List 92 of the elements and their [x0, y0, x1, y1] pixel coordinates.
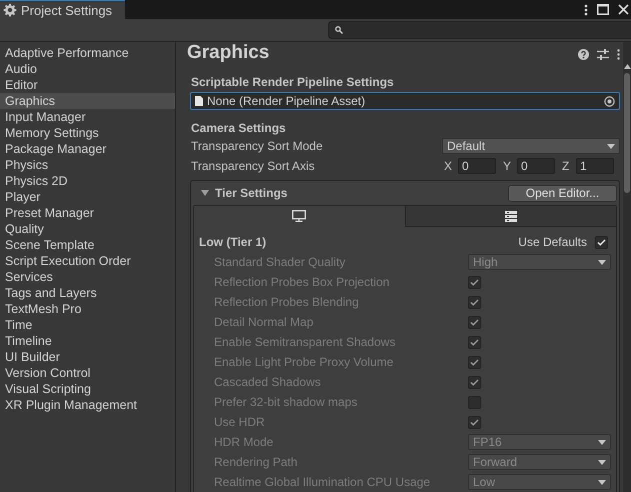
sidebar-item[interactable]: Audio — [0, 61, 175, 77]
field-label: Reflection Probes Box Projection — [214, 275, 390, 289]
sidebar-item[interactable]: UI Builder — [0, 349, 175, 365]
field-label: Transparency Sort Axis — [191, 159, 316, 173]
object-field[interactable]: None (Render Pipeline Asset) — [190, 92, 620, 110]
search-field[interactable] — [328, 21, 631, 39]
checkbox[interactable] — [468, 356, 481, 368]
number-field[interactable]: 0 — [458, 158, 496, 174]
section-heading: Scriptable Render Pipeline Settings — [191, 74, 395, 90]
field-label: Reflection Probes Blending — [214, 295, 360, 309]
field-label: Cascaded Shadows — [214, 375, 322, 389]
section-heading: Tier Settings — [215, 186, 288, 200]
tier-title: Low (Tier 1) — [199, 235, 268, 249]
checkbox[interactable] — [468, 416, 481, 428]
caret-icon — [598, 460, 606, 464]
sidebar-item[interactable]: Input Manager — [0, 109, 175, 125]
scroll-up-icon[interactable] — [624, 64, 630, 69]
sidebar-item[interactable]: Physics 2D — [0, 173, 175, 189]
check-icon — [470, 338, 479, 346]
number-field[interactable]: 1 — [576, 158, 614, 174]
caret-icon — [598, 480, 606, 484]
checkbox[interactable] — [468, 316, 481, 328]
field-label: Enable Light Probe Proxy Volume — [214, 355, 394, 369]
maximize-icon[interactable] — [597, 4, 609, 15]
sidebar-item[interactable]: Script Execution Order — [0, 253, 175, 269]
checkbox[interactable] — [468, 276, 481, 288]
checkbox[interactable] — [468, 336, 481, 348]
axis-label: X — [443, 159, 454, 173]
sidebar-item[interactable]: Preset Manager — [0, 205, 175, 221]
sidebar-item[interactable]: Quality — [0, 221, 175, 237]
field-label: Use Defaults — [518, 235, 587, 249]
sidebar-item[interactable]: Version Control — [0, 365, 175, 381]
settings-icon — [3, 3, 17, 17]
check-icon — [470, 418, 479, 426]
field-label: Detail Normal Map — [214, 315, 314, 329]
sidebar-item[interactable]: Player — [0, 189, 175, 205]
check-icon — [470, 278, 479, 286]
page-title: Graphics — [187, 42, 270, 64]
field-label: HDR Mode — [214, 435, 274, 449]
section-heading: Camera Settings — [191, 120, 287, 136]
file-icon — [195, 96, 203, 106]
checkbox[interactable] — [468, 376, 481, 388]
checkbox[interactable] — [468, 296, 481, 308]
axis-label: Y — [502, 159, 512, 173]
check-icon — [597, 238, 606, 246]
axis-label: Z — [561, 159, 570, 173]
checkbox[interactable] — [468, 396, 481, 408]
field-label: Prefer 32-bit shadow maps — [214, 395, 358, 409]
monitor-icon — [292, 210, 306, 222]
sidebar-item[interactable]: Editor — [0, 77, 175, 93]
check-icon — [470, 298, 479, 306]
sidebar-item[interactable]: Scene Template — [0, 237, 175, 253]
sidebar-item[interactable]: Timeline — [0, 333, 175, 349]
caret-icon — [598, 440, 606, 444]
field-label: Enable Semitransparent Shadows — [214, 335, 396, 349]
foldout-icon[interactable] — [201, 189, 209, 197]
sidebar-item[interactable]: TextMesh Pro — [0, 301, 175, 317]
server-icon — [504, 210, 517, 222]
sidebar-item[interactable]: XR Plugin Management — [0, 397, 175, 413]
sidebar-item[interactable]: Tags and Layers — [0, 285, 175, 301]
number-field[interactable]: 0 — [517, 158, 555, 174]
field-label: Standard Shader Quality — [214, 255, 346, 269]
caret-icon — [598, 260, 606, 264]
more-icon[interactable] — [617, 48, 620, 60]
sidebar-item[interactable]: Memory Settings — [0, 125, 175, 141]
search-icon — [335, 26, 343, 34]
field-label: Transparency Sort Mode — [191, 139, 324, 153]
check-icon — [470, 318, 479, 326]
target-icon[interactable] — [604, 96, 615, 106]
window-tab[interactable]: Project Settings — [0, 0, 125, 19]
check-icon — [470, 378, 479, 386]
checkbox[interactable] — [595, 236, 608, 248]
sidebar-item[interactable]: Graphics — [0, 93, 175, 109]
field-label: Use HDR — [214, 415, 266, 429]
sidebar-item[interactable]: Time — [0, 317, 175, 333]
field-label: Realtime Global Illumination CPU Usage — [214, 475, 432, 489]
sidebar-item[interactable]: Services — [0, 269, 175, 285]
field-label: Rendering Path — [214, 455, 298, 469]
sliders-icon[interactable] — [597, 48, 609, 60]
scrollbar-thumb[interactable] — [624, 73, 630, 193]
more-icon[interactable] — [584, 4, 588, 16]
open-editor-button[interactable]: Open Editor... — [508, 184, 617, 202]
sidebar-item[interactable]: Package Manager — [0, 141, 175, 157]
close-icon[interactable] — [618, 4, 629, 15]
sidebar-item[interactable]: Adaptive Performance — [0, 45, 175, 61]
tab[interactable] — [404, 206, 616, 227]
dropdown[interactable]: Default — [442, 138, 620, 154]
help-icon[interactable] — [578, 48, 589, 60]
sidebar-item[interactable]: Visual Scripting — [0, 381, 175, 397]
sidebar-item[interactable]: Physics — [0, 157, 175, 173]
check-icon — [470, 358, 479, 366]
caret-icon — [607, 144, 615, 148]
